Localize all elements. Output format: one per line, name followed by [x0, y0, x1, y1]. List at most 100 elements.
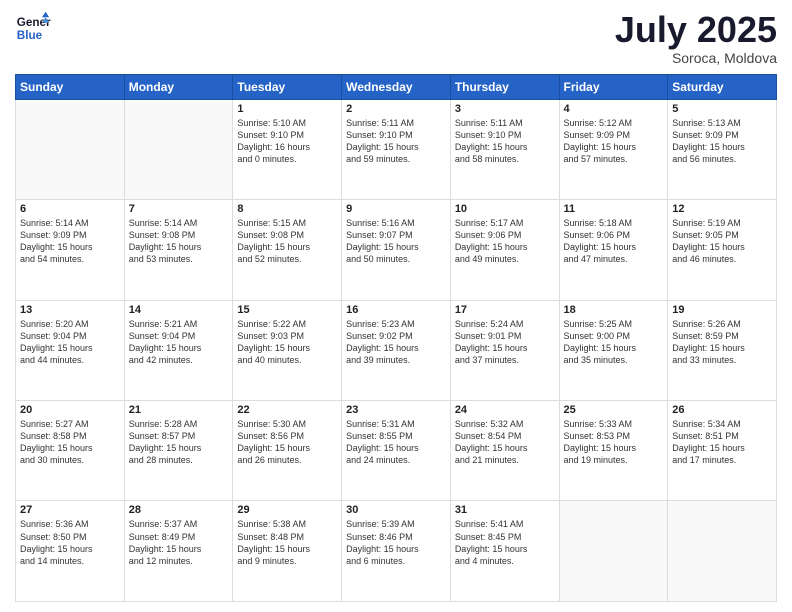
table-row: 26 Sunrise: 5:34 AM Sunset: 8:51 PM Dayli…	[668, 401, 777, 501]
day-number: 30	[346, 504, 446, 516]
day-number: 19	[672, 304, 772, 316]
calendar-week-row: 13Sunrise: 5:20 AM Sunset: 9:04 PM Dayli…	[16, 300, 777, 400]
table-row: 20 Sunrise: 5:27 AM Sunset: 8:58 PM Dayli…	[16, 401, 125, 501]
day-number: 3	[455, 103, 555, 115]
table-row	[124, 99, 233, 199]
day-number: 8	[237, 203, 337, 215]
header: General Blue July 2025 Soroca, Moldova	[15, 10, 777, 66]
table-row: 30 Sunrise: 5:39 AM Sunset: 8:46 PM Dayli…	[342, 501, 451, 602]
table-row: 1Sunrise: 5:10 AM Sunset: 9:10 PM Daylig…	[233, 99, 342, 199]
calendar-body: 1Sunrise: 5:10 AM Sunset: 9:10 PM Daylig…	[16, 99, 777, 601]
day-content: Sunrise: 5:25 AM Sunset: 9:00 PM Dayligh…	[564, 318, 664, 367]
day-content: Sunrise: 5:12 AM Sunset: 9:09 PM Dayligh…	[564, 117, 664, 166]
col-monday: Monday	[124, 74, 233, 99]
day-number: 22	[237, 404, 337, 416]
day-content: Sunrise: 5:11 AM Sunset: 9:10 PM Dayligh…	[455, 117, 555, 166]
svg-text:Blue: Blue	[17, 29, 43, 42]
calendar-week-row: 1Sunrise: 5:10 AM Sunset: 9:10 PM Daylig…	[16, 99, 777, 199]
day-content: Sunrise: 5:39 AM Sunset: 8:46 PM Dayligh…	[346, 518, 446, 567]
table-row: 6Sunrise: 5:14 AM Sunset: 9:09 PM Daylig…	[16, 200, 125, 300]
day-number: 16	[346, 304, 446, 316]
table-row: 27Sunrise: 5:36 AM Sunset: 8:50 PM Dayli…	[16, 501, 125, 602]
day-content: Sunrise: 5:28 AM Sunset: 8:57 PM Dayligh…	[129, 418, 229, 467]
month-title: July 2025	[615, 10, 777, 50]
day-number: 18	[564, 304, 664, 316]
day-content: Sunrise: 5:13 AM Sunset: 9:09 PM Dayligh…	[672, 117, 772, 166]
day-number: 15	[237, 304, 337, 316]
day-content: Sunrise: 5:26 AM Sunset: 8:59 PM Dayligh…	[672, 318, 772, 367]
day-number: 25	[564, 404, 664, 416]
day-number: 26	[672, 404, 772, 416]
day-content: Sunrise: 5:30 AM Sunset: 8:56 PM Dayligh…	[237, 418, 337, 467]
day-number: 5	[672, 103, 772, 115]
day-content: Sunrise: 5:19 AM Sunset: 9:05 PM Dayligh…	[672, 217, 772, 266]
day-content: Sunrise: 5:14 AM Sunset: 9:09 PM Dayligh…	[20, 217, 120, 266]
table-row: 10Sunrise: 5:17 AM Sunset: 9:06 PM Dayli…	[450, 200, 559, 300]
day-content: Sunrise: 5:32 AM Sunset: 8:54 PM Dayligh…	[455, 418, 555, 467]
table-row	[668, 501, 777, 602]
day-number: 10	[455, 203, 555, 215]
table-row: 25 Sunrise: 5:33 AM Sunset: 8:53 PM Dayli…	[559, 401, 668, 501]
table-row: 31 Sunrise: 5:41 AM Sunset: 8:45 PM Dayli…	[450, 501, 559, 602]
day-number: 31	[455, 504, 555, 516]
day-number: 4	[564, 103, 664, 115]
day-content: Sunrise: 5:33 AM Sunset: 8:53 PM Dayligh…	[564, 418, 664, 467]
day-content: Sunrise: 5:36 AM Sunset: 8:50 PM Dayligh…	[20, 518, 120, 567]
col-friday: Friday	[559, 74, 668, 99]
table-row: 2 Sunrise: 5:11 AM Sunset: 9:10 PM Daylig…	[342, 99, 451, 199]
day-content: Sunrise: 5:21 AM Sunset: 9:04 PM Dayligh…	[129, 318, 229, 367]
subtitle: Soroca, Moldova	[615, 50, 777, 66]
day-number: 17	[455, 304, 555, 316]
day-number: 13	[20, 304, 120, 316]
day-number: 24	[455, 404, 555, 416]
table-row: 4 Sunrise: 5:12 AM Sunset: 9:09 PM Daylig…	[559, 99, 668, 199]
table-row: 9Sunrise: 5:16 AM Sunset: 9:07 PM Daylig…	[342, 200, 451, 300]
table-row: 11Sunrise: 5:18 AM Sunset: 9:06 PM Dayli…	[559, 200, 668, 300]
day-number: 14	[129, 304, 229, 316]
day-number: 20	[20, 404, 120, 416]
col-wednesday: Wednesday	[342, 74, 451, 99]
table-row: 15 Sunrise: 5:22 AM Sunset: 9:03 PM Dayli…	[233, 300, 342, 400]
logo: General Blue	[15, 10, 51, 46]
calendar-week-row: 20 Sunrise: 5:27 AM Sunset: 8:58 PM Dayli…	[16, 401, 777, 501]
day-content: Sunrise: 5:34 AM Sunset: 8:51 PM Dayligh…	[672, 418, 772, 467]
table-row: 3 Sunrise: 5:11 AM Sunset: 9:10 PM Daylig…	[450, 99, 559, 199]
day-number: 12	[672, 203, 772, 215]
day-content: Sunrise: 5:22 AM Sunset: 9:03 PM Dayligh…	[237, 318, 337, 367]
title-block: July 2025 Soroca, Moldova	[615, 10, 777, 66]
day-content: Sunrise: 5:41 AM Sunset: 8:45 PM Dayligh…	[455, 518, 555, 567]
table-row: 19 Sunrise: 5:26 AM Sunset: 8:59 PM Dayli…	[668, 300, 777, 400]
table-row	[16, 99, 125, 199]
day-content: Sunrise: 5:24 AM Sunset: 9:01 PM Dayligh…	[455, 318, 555, 367]
logo-icon: General Blue	[15, 10, 51, 46]
day-content: Sunrise: 5:27 AM Sunset: 8:58 PM Dayligh…	[20, 418, 120, 467]
day-content: Sunrise: 5:15 AM Sunset: 9:08 PM Dayligh…	[237, 217, 337, 266]
calendar-week-row: 6Sunrise: 5:14 AM Sunset: 9:09 PM Daylig…	[16, 200, 777, 300]
table-row: 21Sunrise: 5:28 AM Sunset: 8:57 PM Dayli…	[124, 401, 233, 501]
day-number: 29	[237, 504, 337, 516]
day-number: 23	[346, 404, 446, 416]
table-row: 22 Sunrise: 5:30 AM Sunset: 8:56 PM Dayli…	[233, 401, 342, 501]
table-row: 12 Sunrise: 5:19 AM Sunset: 9:05 PM Dayli…	[668, 200, 777, 300]
day-content: Sunrise: 5:14 AM Sunset: 9:08 PM Dayligh…	[129, 217, 229, 266]
page: General Blue July 2025 Soroca, Moldova S…	[0, 0, 792, 612]
col-sunday: Sunday	[16, 74, 125, 99]
day-content: Sunrise: 5:11 AM Sunset: 9:10 PM Dayligh…	[346, 117, 446, 166]
table-row: 24 Sunrise: 5:32 AM Sunset: 8:54 PM Dayli…	[450, 401, 559, 501]
col-thursday: Thursday	[450, 74, 559, 99]
day-number: 2	[346, 103, 446, 115]
day-content: Sunrise: 5:18 AM Sunset: 9:06 PM Dayligh…	[564, 217, 664, 266]
calendar-table: Sunday Monday Tuesday Wednesday Thursday…	[15, 74, 777, 602]
table-row: 13Sunrise: 5:20 AM Sunset: 9:04 PM Dayli…	[16, 300, 125, 400]
day-content: Sunrise: 5:37 AM Sunset: 8:49 PM Dayligh…	[129, 518, 229, 567]
col-saturday: Saturday	[668, 74, 777, 99]
day-number: 28	[129, 504, 229, 516]
day-content: Sunrise: 5:23 AM Sunset: 9:02 PM Dayligh…	[346, 318, 446, 367]
table-row: 7 Sunrise: 5:14 AM Sunset: 9:08 PM Daylig…	[124, 200, 233, 300]
day-content: Sunrise: 5:31 AM Sunset: 8:55 PM Dayligh…	[346, 418, 446, 467]
day-number: 7	[129, 203, 229, 215]
day-content: Sunrise: 5:10 AM Sunset: 9:10 PM Dayligh…	[237, 117, 337, 166]
table-row: 23 Sunrise: 5:31 AM Sunset: 8:55 PM Dayli…	[342, 401, 451, 501]
table-row: 29Sunrise: 5:38 AM Sunset: 8:48 PM Dayli…	[233, 501, 342, 602]
table-row	[559, 501, 668, 602]
